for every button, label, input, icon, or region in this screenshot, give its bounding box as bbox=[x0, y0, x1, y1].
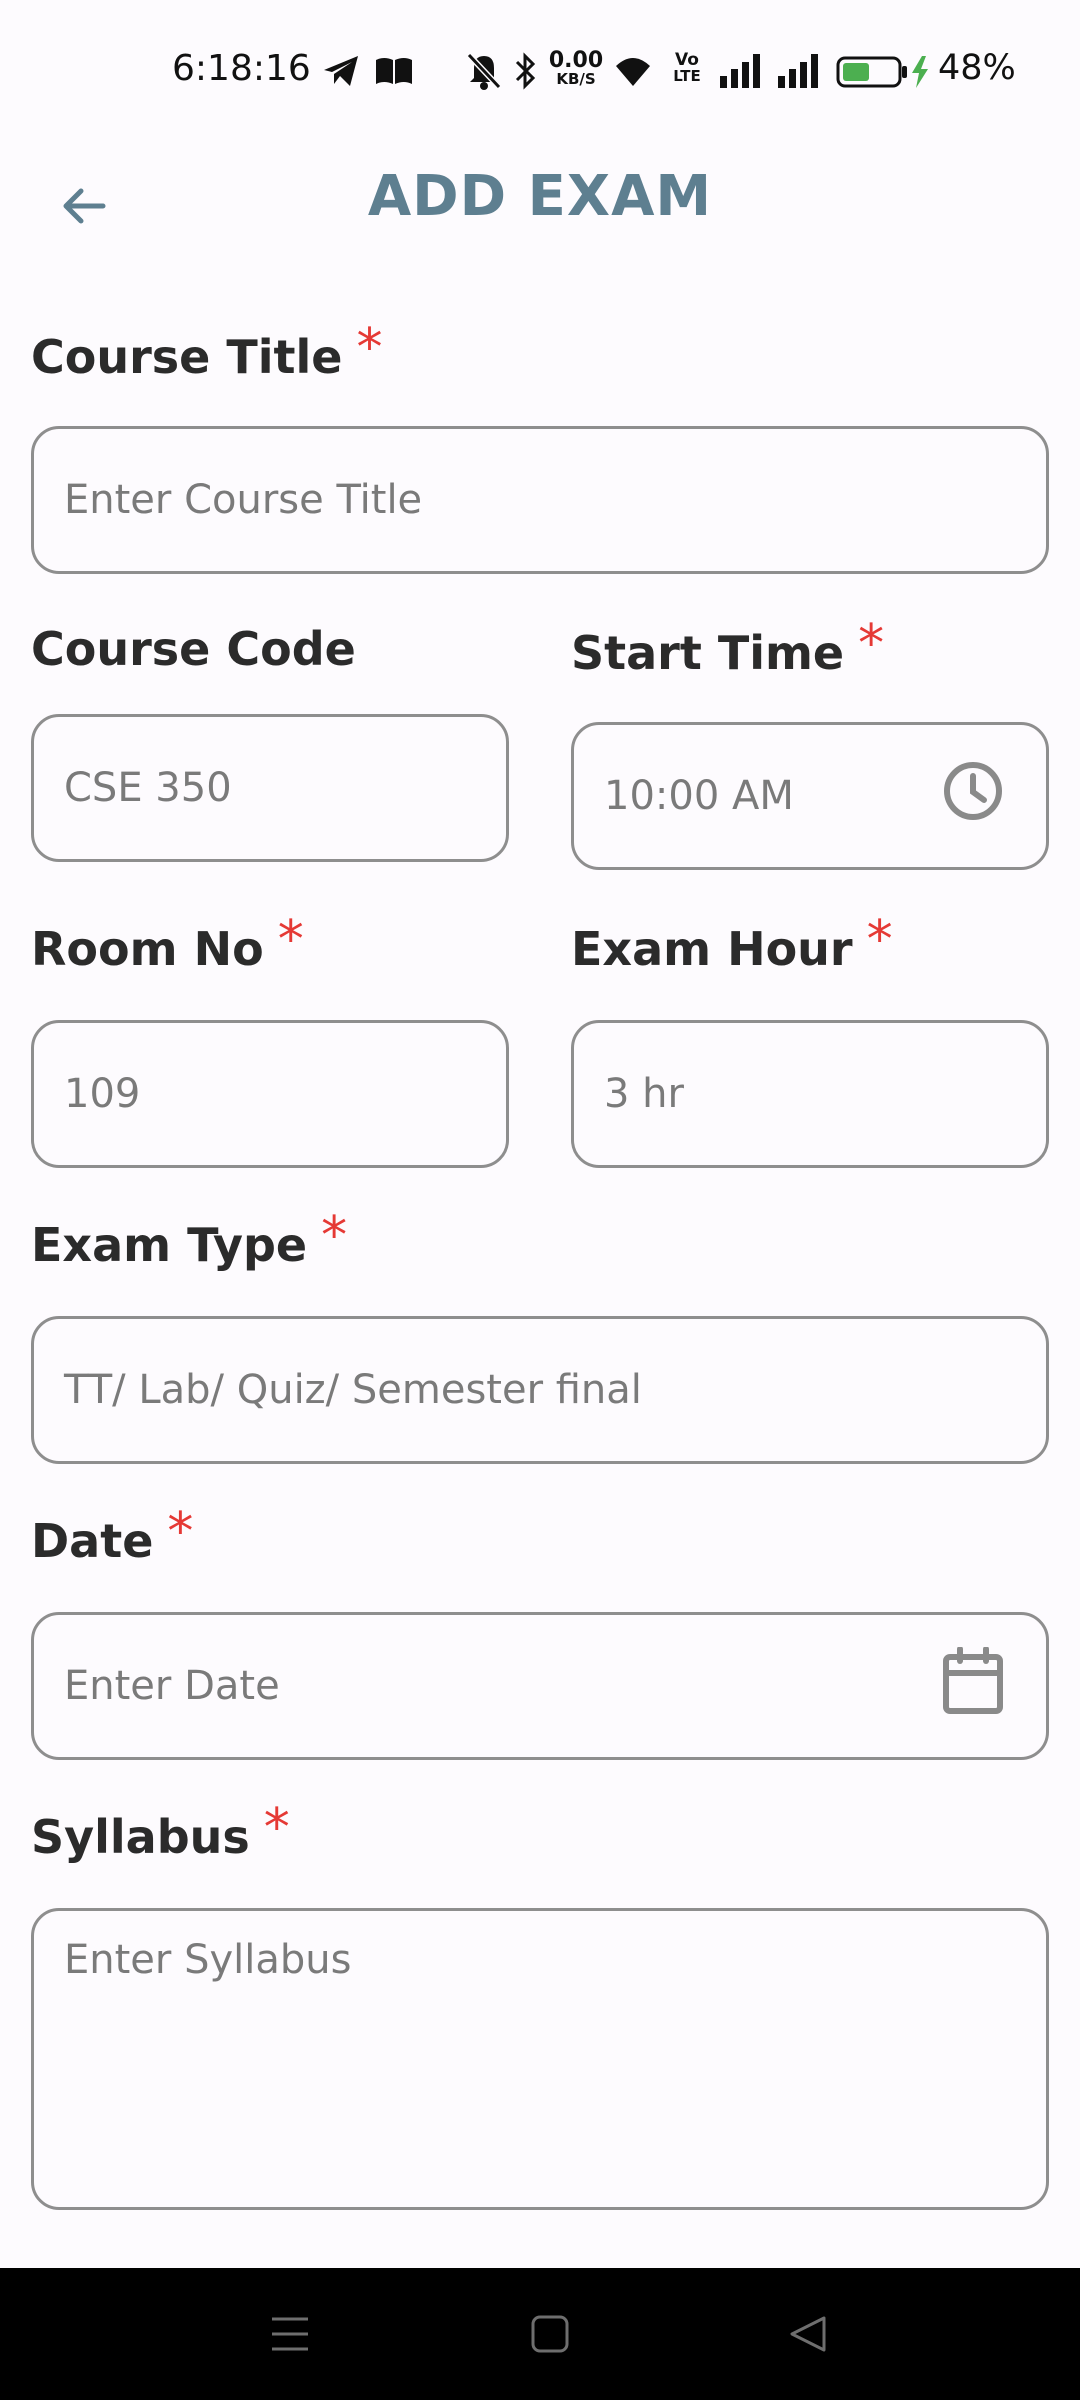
exam-type-placeholder: TT/ Lab/ Quiz/ Semester final bbox=[64, 1367, 642, 1413]
room-no-input[interactable]: 109 bbox=[31, 1020, 509, 1168]
room-no-label: Room No * bbox=[31, 910, 304, 976]
bell-muted-icon bbox=[466, 52, 502, 94]
date-label: Date * bbox=[31, 1502, 194, 1568]
exam-type-input[interactable]: TT/ Lab/ Quiz/ Semester final bbox=[31, 1316, 1049, 1464]
square-icon bbox=[530, 2314, 570, 2358]
course-title-placeholder: Enter Course Title bbox=[64, 477, 423, 523]
home-button[interactable] bbox=[520, 2308, 580, 2364]
required-mark: * bbox=[321, 1206, 348, 1266]
course-title-label: Course Title * bbox=[31, 318, 383, 384]
required-mark: * bbox=[356, 318, 383, 378]
clock-icon[interactable] bbox=[942, 760, 1004, 832]
start-time-label: Start Time * bbox=[571, 614, 885, 680]
course-code-label: Course Code bbox=[31, 622, 356, 676]
course-code-input[interactable]: CSE 350 bbox=[31, 714, 509, 862]
exam-hour-placeholder: 3 hr bbox=[604, 1071, 684, 1117]
bluetooth-icon bbox=[514, 52, 538, 94]
date-placeholder: Enter Date bbox=[64, 1663, 280, 1709]
recent-apps-button[interactable] bbox=[260, 2308, 320, 2364]
app-header: ADD EXAM bbox=[0, 142, 1080, 252]
syllabus-label: Syllabus * bbox=[31, 1798, 290, 1864]
required-mark: * bbox=[858, 614, 885, 674]
required-mark: * bbox=[277, 910, 304, 970]
syllabus-textarea[interactable]: Enter Syllabus bbox=[31, 1908, 1049, 2210]
status-bar: 6:18:16 0.00 KB/S Vo LTE 48% bbox=[0, 0, 1080, 142]
signal-2-icon bbox=[778, 54, 822, 92]
start-time-input[interactable]: 10:00 AM bbox=[571, 722, 1049, 870]
exam-hour-label: Exam Hour * bbox=[571, 910, 893, 976]
course-title-input[interactable]: Enter Course Title bbox=[31, 426, 1049, 574]
battery-icon bbox=[836, 56, 932, 92]
course-code-placeholder: CSE 350 bbox=[64, 765, 232, 811]
required-mark: * bbox=[866, 910, 893, 970]
page-title: ADD EXAM bbox=[367, 164, 713, 229]
book-icon bbox=[374, 56, 414, 90]
required-mark: * bbox=[263, 1798, 290, 1858]
status-time: 6:18:16 bbox=[172, 48, 311, 89]
start-time-placeholder: 10:00 AM bbox=[604, 773, 794, 819]
exam-type-label: Exam Type * bbox=[31, 1206, 348, 1272]
battery-percent: 48% bbox=[938, 48, 1016, 88]
volte-icon: Vo LTE bbox=[673, 50, 701, 85]
system-nav-bar bbox=[0, 2268, 1080, 2400]
wifi-icon bbox=[612, 54, 654, 92]
telegram-icon bbox=[322, 54, 360, 92]
back-nav-button[interactable] bbox=[778, 2308, 838, 2364]
triangle-back-icon bbox=[788, 2314, 828, 2358]
calendar-icon[interactable] bbox=[942, 1646, 1004, 1725]
required-mark: * bbox=[167, 1502, 194, 1562]
date-input[interactable]: Enter Date bbox=[31, 1612, 1049, 1760]
network-speed: 0.00 KB/S bbox=[548, 48, 604, 88]
exam-hour-input[interactable]: 3 hr bbox=[571, 1020, 1049, 1168]
menu-icon bbox=[270, 2315, 310, 2357]
signal-1-icon bbox=[720, 54, 764, 92]
room-no-placeholder: 109 bbox=[64, 1071, 141, 1117]
syllabus-placeholder: Enter Syllabus bbox=[64, 1937, 352, 1983]
